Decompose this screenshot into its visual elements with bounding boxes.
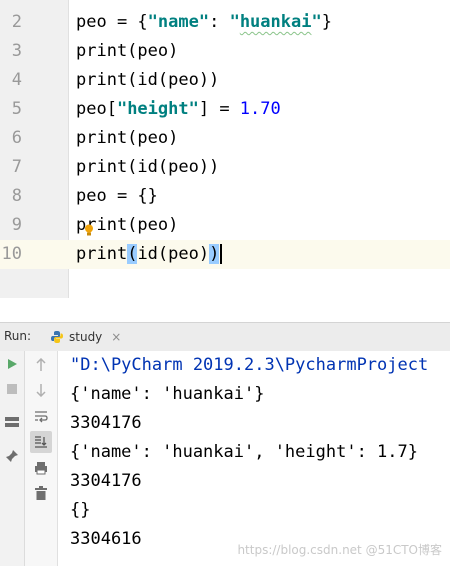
code-token: " <box>311 12 322 32</box>
code-text[interactable]: peo = {} <box>76 182 158 211</box>
code-token: ] = <box>198 99 240 119</box>
run-panel: "D:\PyCharm 2019.2.3\PycharmProject {'nam… <box>0 351 450 566</box>
arrow-up-icon[interactable] <box>32 356 50 374</box>
code-text[interactable]: print(id(peo)) <box>76 153 219 182</box>
code-token: } <box>321 12 332 32</box>
code-token: print(peo) <box>76 41 179 61</box>
lightbulb-icon[interactable] <box>84 224 94 236</box>
console-line: 3304176 <box>70 471 142 491</box>
line-number: 8 <box>11 186 22 206</box>
line-number: 2 <box>11 12 22 32</box>
code-line[interactable]: 5 peo["height"] = 1.70 <box>0 95 450 124</box>
soft-wrap-icon[interactable] <box>32 407 50 425</box>
code-line[interactable]: 2 peo = {"name": "huankai"} <box>0 8 450 37</box>
code-text[interactable]: print(id(peo)) <box>76 66 219 95</box>
code-token: print(peo) <box>76 128 179 148</box>
line-number: 5 <box>11 99 22 119</box>
code-token: 1.70 <box>239 99 281 119</box>
code-line[interactable]: 7 print(id(peo)) <box>0 153 450 182</box>
code-token: peo = {} <box>76 186 158 206</box>
python-icon <box>51 331 63 343</box>
code-token: peo[ <box>76 99 117 119</box>
pin-icon[interactable] <box>3 447 21 465</box>
code-token: huankai <box>239 12 312 32</box>
console-line: 3304176 <box>70 413 142 433</box>
code-line[interactable]: 10 print(id(peo)) <box>0 240 450 269</box>
code-token: peo = { <box>76 12 148 32</box>
console-line: {'name': 'huankai'} <box>70 384 265 404</box>
run-label: Run: <box>4 329 32 343</box>
code-line[interactable]: 3 print(peo) <box>0 37 450 66</box>
run-tool-window-header: Run: study × <box>0 322 450 352</box>
run-toolbar-secondary <box>25 351 58 566</box>
line-number: 7 <box>11 157 22 177</box>
scroll-to-end-icon[interactable] <box>30 431 52 453</box>
tab-study[interactable]: study × <box>46 323 129 351</box>
code-token: : <box>209 12 230 32</box>
code-editor[interactable]: 2 peo = {"name": "huankai"} 3 print(peo) 4 pr… <box>0 0 450 298</box>
line-number: 4 <box>11 70 22 90</box>
code-line[interactable]: 9 print(peo) <box>0 211 450 240</box>
print-icon[interactable] <box>32 459 50 477</box>
text-caret <box>220 244 223 264</box>
code-token: print(id(peo)) <box>76 70 220 90</box>
watermark: https://blog.csdn.net @51CTO博客 <box>237 543 442 557</box>
code-line[interactable]: 4 print(id(peo)) <box>0 66 450 95</box>
line-number: 6 <box>11 128 22 148</box>
line-number: 3 <box>11 41 22 61</box>
code-text[interactable]: print(peo) <box>76 124 178 153</box>
code-token: print <box>76 244 128 264</box>
code-token: print(id(peo)) <box>76 157 220 177</box>
code-token: ) <box>209 244 220 264</box>
code-token: "height" <box>116 99 199 119</box>
code-token: ( <box>127 244 138 264</box>
code-token: "name" <box>147 12 210 32</box>
console-output[interactable]: "D:\PyCharm 2019.2.3\PycharmProject {'nam… <box>70 351 450 554</box>
layout-icon[interactable] <box>3 413 21 431</box>
stop-icon[interactable] <box>3 380 21 398</box>
arrow-down-icon[interactable] <box>32 381 50 399</box>
trash-icon[interactable] <box>32 484 50 502</box>
close-icon[interactable]: × <box>111 330 121 344</box>
code-text[interactable]: peo = {"name": "huankai"} <box>76 8 332 37</box>
line-number: 10 <box>1 244 22 264</box>
console-line: {} <box>70 500 91 520</box>
editor-bottom-space <box>0 298 450 322</box>
tab-study-label: study <box>69 330 103 344</box>
code-token: id(peo) <box>137 244 210 264</box>
code-text[interactable]: print(peo) <box>76 37 178 66</box>
run-icon[interactable] <box>3 355 21 373</box>
code-text[interactable]: peo["height"] = 1.70 <box>76 95 281 124</box>
console-line: {'name': 'huankai', 'height': 1.7} <box>70 442 418 462</box>
code-line[interactable]: 6 print(peo) <box>0 124 450 153</box>
code-area[interactable]: 2 peo = {"name": "huankai"} 3 print(peo) 4 pr… <box>0 8 450 269</box>
run-toolbar-primary <box>0 351 25 566</box>
code-line[interactable]: 8 peo = {} <box>0 182 450 211</box>
line-number: 9 <box>11 215 22 235</box>
code-text[interactable]: print(id(peo)) <box>76 240 223 269</box>
console-line: "D:\PyCharm 2019.2.3\PycharmProject <box>70 355 429 375</box>
code-token: " <box>229 12 240 32</box>
